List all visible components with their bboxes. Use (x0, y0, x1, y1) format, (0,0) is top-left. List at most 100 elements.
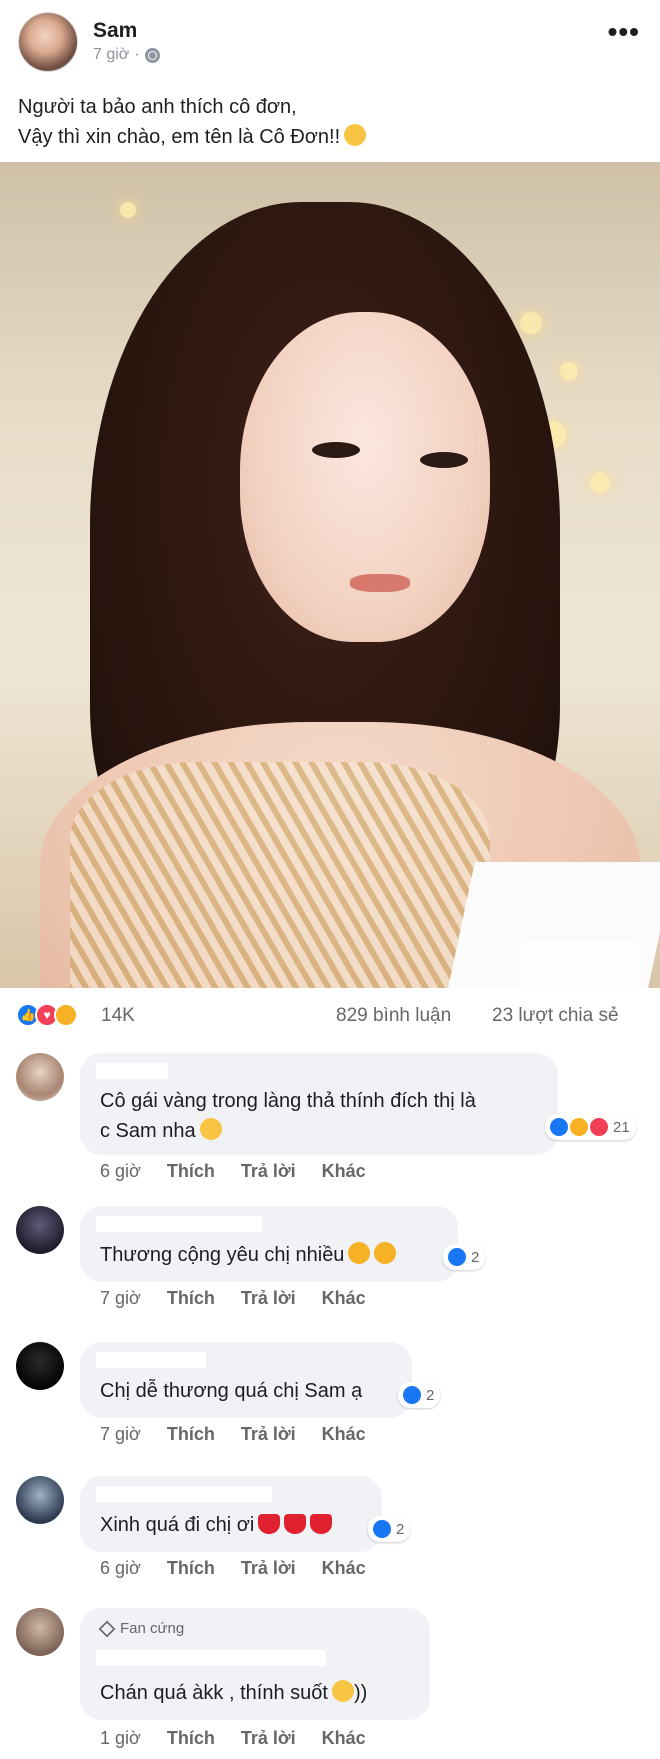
commenter-avatar[interactable] (16, 1053, 64, 1101)
comment: Fan cứng Chán quá àkk , thính suốt)) 1 g… (0, 1608, 660, 1748)
comment: Thương cộng yêu chị nhiều 2 7 giờ Thích … (0, 1206, 660, 1316)
bokeh-light (560, 362, 578, 380)
reply-button[interactable]: Trả lời (241, 1424, 296, 1445)
commenter-name-redacted (96, 1650, 326, 1666)
comment-bubble: Fan cứng Chán quá àkk , thính suốt)) (80, 1608, 430, 1720)
heart-emoji-icon (310, 1514, 333, 1534)
more-button[interactable]: Khác (322, 1728, 366, 1749)
photo-eye-left (312, 442, 360, 458)
comment-time[interactable]: 6 giờ (100, 1161, 141, 1182)
caption-line-2-text: Vậy thì xin chào, em tên là Cô Đơn!! (18, 126, 341, 148)
commenter-avatar[interactable] (16, 1206, 64, 1254)
like-button[interactable]: Thích (167, 1424, 215, 1445)
author-name[interactable]: Sam (93, 19, 137, 43)
comment-actions: 6 giờ Thích Trả lời Khác (100, 1161, 366, 1182)
reaction-count: 2 (396, 1520, 405, 1538)
globe-icon (144, 47, 160, 63)
photo-glass (520, 942, 640, 988)
like-button[interactable]: Thích (167, 1288, 215, 1309)
more-button[interactable]: Khác (322, 1161, 366, 1182)
photo-face (240, 312, 490, 642)
comment-bubble: Chị dễ thương quá chị Sam ạ (80, 1342, 412, 1418)
comment-text: Chị dễ thương quá chị Sam ạ (100, 1380, 363, 1402)
commenter-name-redacted (96, 1216, 262, 1232)
reply-button[interactable]: Trả lời (241, 1161, 296, 1182)
comment-actions: 6 giờ Thích Trả lời Khác (100, 1558, 366, 1579)
comment-reaction-badge[interactable]: 2 (368, 1516, 411, 1542)
smile-emoji-icon (331, 1680, 354, 1702)
commenter-name-redacted (96, 1486, 272, 1502)
comment-reaction-badge[interactable]: 2 (398, 1382, 441, 1408)
comment-time[interactable]: 6 giờ (100, 1558, 141, 1579)
like-button[interactable]: Thích (167, 1728, 215, 1749)
caption-line-2: Vậy thì xin chào, em tên là Cô Đơn!! (18, 122, 367, 152)
caption-line-1: Người ta bảo anh thích cô đơn, (18, 96, 297, 118)
comment-bubble: Xinh quá đi chị ơi (80, 1476, 382, 1552)
post-time[interactable]: 7 giờ (93, 46, 129, 64)
post-caption: Người ta bảo anh thích cô đơn, Vậy thì x… (18, 92, 367, 152)
comment-reaction-badge[interactable]: 2 (443, 1244, 486, 1270)
comment-text: Chán quá àkk , thính suốt (100, 1682, 328, 1704)
commenter-avatar[interactable] (16, 1608, 64, 1656)
comment-text: Thương cộng yêu chị nhiều (100, 1244, 345, 1266)
kiss-emoji-icon (348, 1242, 371, 1264)
comment-actions: 7 giờ Thích Trả lời Khác (100, 1424, 366, 1445)
reaction-count: 2 (426, 1386, 435, 1404)
meta-separator: · (134, 46, 140, 63)
comment-text-line: Chán quá àkk , thính suốt)) (100, 1678, 367, 1708)
like-button[interactable]: Thích (167, 1161, 215, 1182)
reaction-count[interactable]: 14K (101, 1005, 135, 1027)
bokeh-light (520, 312, 542, 334)
author-avatar[interactable] (18, 12, 78, 72)
comment-text: Xinh quá đi chị ơi (100, 1514, 255, 1536)
rolling-laughing-emoji-icon (199, 1118, 222, 1140)
reply-button[interactable]: Trả lời (241, 1728, 296, 1749)
reaction-count: 21 (613, 1118, 630, 1136)
commenter-avatar[interactable] (16, 1342, 64, 1390)
comment: Cô gái vàng trong làng thả thính đích th… (0, 1053, 660, 1181)
comment-actions: 7 giờ Thích Trả lời Khác (100, 1288, 366, 1309)
squinting-tongue-emoji-icon (344, 124, 367, 146)
comment-time[interactable]: 7 giờ (100, 1288, 141, 1309)
commenter-avatar[interactable] (16, 1476, 64, 1524)
commenter-name-redacted (96, 1352, 206, 1368)
post-photo[interactable] (0, 162, 660, 988)
comment-bubble: Cô gái vàng trong làng thả thính đích th… (80, 1053, 558, 1155)
like-icon (446, 1246, 468, 1268)
reaction-icons[interactable]: 👍 ♥ (16, 1003, 78, 1027)
like-icon (401, 1384, 423, 1406)
fan-badge-label: Fan cứng (120, 1620, 185, 1637)
comment-text: Cô gái vàng trong làng thả thính đích th… (100, 1090, 476, 1112)
comment: Chị dễ thương quá chị Sam ạ 2 7 giờ Thíc… (0, 1342, 660, 1452)
comment-time[interactable]: 7 giờ (100, 1424, 141, 1445)
photo-dress (70, 762, 490, 988)
like-button[interactable]: Thích (167, 1558, 215, 1579)
more-button[interactable]: Khác (322, 1424, 366, 1445)
kiss-emoji-icon (374, 1242, 397, 1264)
reply-button[interactable]: Trả lời (241, 1558, 296, 1579)
comment-bubble: Thương cộng yêu chị nhiều (80, 1206, 458, 1282)
comment-text-line: Xinh quá đi chị ơi (100, 1510, 333, 1540)
haha-icon (54, 1003, 78, 1027)
like-icon (371, 1518, 393, 1540)
comment-text-line2-text: c Sam nha (100, 1120, 196, 1142)
more-options-button[interactable]: ••• (608, 18, 640, 46)
share-count[interactable]: 23 lượt chia sẻ (492, 1005, 619, 1027)
heart-emoji-icon (258, 1514, 281, 1534)
more-button[interactable]: Khác (322, 1558, 366, 1579)
comment-reaction-badge[interactable]: 21 (545, 1114, 636, 1140)
comment-actions: 1 giờ Thích Trả lời Khác (100, 1728, 366, 1749)
reply-button[interactable]: Trả lời (241, 1288, 296, 1309)
comment-text-line: Thương cộng yêu chị nhiều (100, 1240, 397, 1270)
bokeh-light (590, 472, 610, 492)
comment-count[interactable]: 829 bình luận (336, 1005, 451, 1027)
photo-lips (350, 574, 410, 592)
comment-time[interactable]: 1 giờ (100, 1728, 141, 1749)
reaction-count: 2 (471, 1248, 480, 1266)
comment-text-line2: c Sam nha (100, 1116, 222, 1146)
comment: Xinh quá đi chị ơi 2 6 giờ Thích Trả lời… (0, 1476, 660, 1586)
more-button[interactable]: Khác (322, 1288, 366, 1309)
fan-badge: Fan cứng (98, 1620, 185, 1637)
commenter-name-redacted (96, 1063, 168, 1079)
haha-icon (568, 1116, 590, 1138)
